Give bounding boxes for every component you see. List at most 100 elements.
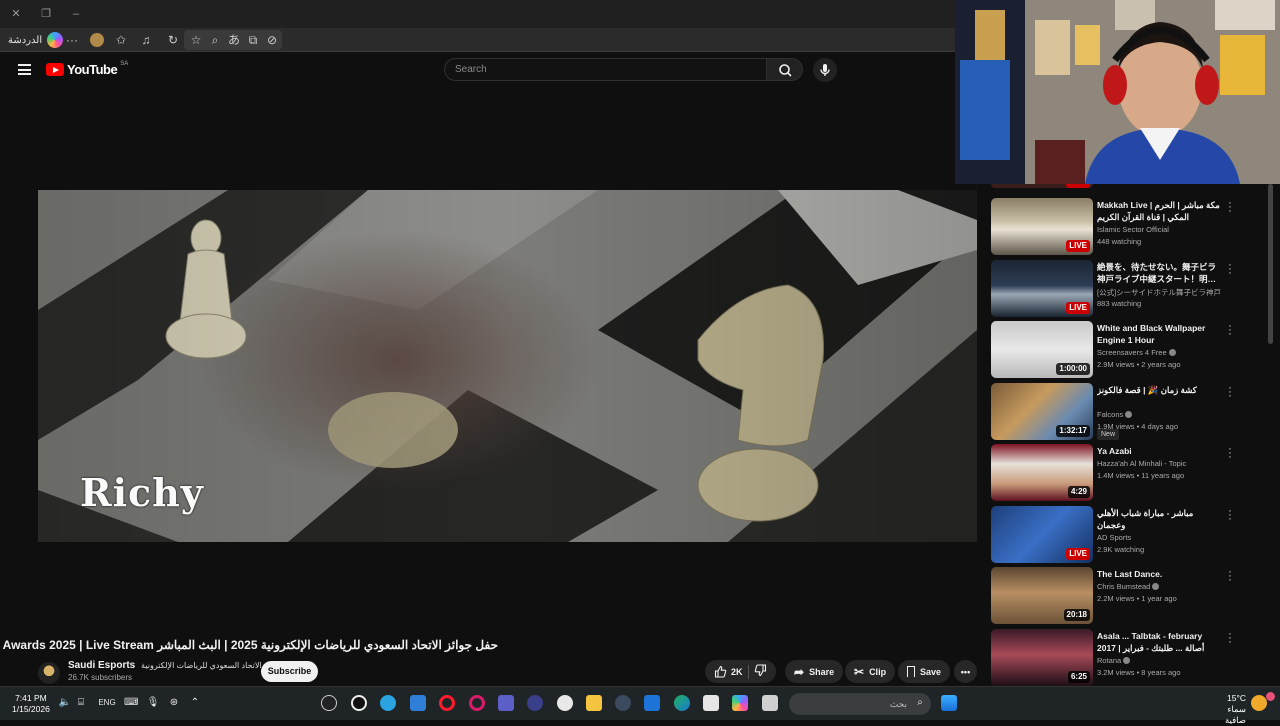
recommendation-thumbnail[interactable]: LIVE	[991, 198, 1093, 255]
clip-button[interactable]: ✂ Clip	[845, 660, 896, 683]
show-hidden-icons-icon[interactable]: ⌃	[188, 696, 202, 710]
recommendation-title[interactable]: كشة زمان 🎉 | قصة فالكونز	[1097, 384, 1223, 396]
recommendation-card[interactable]: 1:00:00 White and Black Wallpaper Engine …	[991, 321, 1271, 379]
start-button-icon[interactable]	[941, 695, 957, 711]
sidebar-scrollbar[interactable]	[1268, 184, 1273, 344]
tray-app-icon[interactable]: ⊛	[167, 696, 181, 710]
recommendation-channel[interactable]: Hazza'ah Al Minhali - Topic	[1097, 459, 1186, 468]
recommendation-channel[interactable]: Rotana	[1097, 656, 1131, 665]
taskbar-app-1-icon[interactable]	[321, 695, 337, 711]
more-vertical-icon[interactable]: · · ·	[1227, 505, 1233, 524]
recommendation-title[interactable]: Makkah Live | مكة مباشر | الحرم المكي | …	[1097, 199, 1223, 223]
store-icon[interactable]	[703, 695, 719, 711]
favorites-icon[interactable]: ✩	[113, 32, 129, 48]
recommendation-thumbnail[interactable]: LIVE	[991, 505, 1093, 563]
youtube-logo[interactable]: YouTube SA	[46, 61, 128, 77]
recommendation-channel[interactable]: Falcons	[1097, 410, 1133, 419]
outlook-icon[interactable]	[644, 695, 660, 711]
network-icon[interactable]: ⌸	[74, 696, 88, 710]
more-vertical-icon[interactable]: · · ·	[1227, 321, 1233, 340]
download-manager-icon[interactable]	[410, 695, 426, 711]
more-vertical-icon[interactable]: · · ·	[1227, 444, 1233, 463]
obs-icon[interactable]	[351, 695, 367, 711]
recommendation-channel[interactable]: Screensavers 4 Free	[1097, 348, 1176, 357]
search-input[interactable]: Search	[444, 58, 767, 81]
task-view-icon[interactable]	[762, 695, 778, 711]
recommendation-channel-name: Screensavers 4 Free	[1097, 348, 1167, 357]
recommendation-card[interactable]: LIVE 絶景を、待たせない。舞子ビラ神戸ライブ中継スタート！明… [公式]シーサイ…	[991, 259, 1271, 318]
close-window-icon[interactable]: ✕	[8, 6, 24, 22]
chat-app-icon[interactable]	[557, 695, 573, 711]
recommendation-title[interactable]: White and Black Wallpaper Engine 1 Hour	[1097, 322, 1223, 346]
recommendation-card[interactable]: LIVE Makkah Live | مكة مباشر | الحرم المك…	[991, 198, 1271, 256]
file-explorer-icon[interactable]	[586, 695, 602, 711]
weather-widget[interactable]: 15°C سماء صافية	[1206, 693, 1246, 726]
like-button[interactable]: 2K	[714, 665, 743, 678]
input-language[interactable]: ENG	[96, 696, 118, 710]
dislike-button[interactable]	[754, 664, 767, 679]
recommendation-title[interactable]: Ya Azabi	[1097, 445, 1223, 457]
star-icon[interactable]: ☆	[188, 32, 204, 48]
save-button[interactable]: Save	[898, 660, 951, 683]
recommendation-title[interactable]: The Last Dance.	[1097, 568, 1223, 580]
recommendation-thumbnail[interactable]: LIVE	[991, 259, 1093, 317]
recommendation-thumbnail[interactable]: 1:32:17	[991, 382, 1093, 440]
recommendation-card[interactable]: 20:18 The Last Dance. Chris Bumstead 2.2M v…	[991, 567, 1271, 625]
more-vertical-icon[interactable]: · · ·	[1227, 198, 1233, 217]
read-aloud-icon[interactable]: ♫	[138, 32, 154, 48]
app-switcher-icon[interactable]	[527, 695, 543, 711]
subscribe-button[interactable]: Subscribe	[261, 661, 318, 682]
translate-icon[interactable]: あ	[226, 32, 242, 48]
copilot-taskbar-icon[interactable]	[732, 695, 748, 711]
profile-icon[interactable]	[89, 32, 105, 48]
recommendation-thumbnail[interactable]: 1:00:00	[991, 321, 1093, 378]
recommendation-card[interactable]: LIVE مباشر - مباراة شباب الأهلي وعجمان AD …	[991, 505, 1271, 564]
more-vertical-icon[interactable]: · · ·	[1227, 382, 1233, 401]
channel-avatar[interactable]	[38, 662, 60, 684]
recommendation-card[interactable]: 1:32:17 كشة زمان 🎉 | قصة فالكونز Falcons 1.…	[991, 382, 1271, 441]
recommendation-channel[interactable]: Islamic Sector Official	[1097, 225, 1169, 234]
telegram-icon[interactable]	[380, 695, 396, 711]
recommendation-thumbnail[interactable]: 4:29	[991, 444, 1093, 501]
maximize-window-icon[interactable]: ❐	[38, 6, 54, 22]
recommendation-channel[interactable]: AD Sports	[1097, 533, 1131, 542]
browser-toolbar: الدردشة ··· ✩ ♫ ↻ ☆ ⌕ あ ⧉ ⊘	[0, 28, 955, 52]
taskbar-clock[interactable]: 7:41 PM 1/15/2026	[12, 693, 50, 715]
recommendation-title[interactable]: 絶景を、待たせない。舞子ビラ神戸ライブ中継スタート！明…	[1097, 261, 1223, 285]
search-button[interactable]	[766, 58, 803, 81]
more-vertical-icon[interactable]: · · ·	[1227, 628, 1233, 647]
opera-icon[interactable]	[439, 695, 455, 711]
taskbar-search-box[interactable]: بحث	[789, 693, 931, 715]
edge-icon[interactable]	[674, 695, 690, 711]
share-button[interactable]: ➦ Share	[785, 660, 844, 683]
recommendation-channel[interactable]: [公式]シーサイドホテル舞子ビラ神戸	[1097, 287, 1221, 298]
volume-icon[interactable]: 🔈	[58, 696, 72, 710]
voice-search-button[interactable]	[813, 58, 837, 82]
recommendation-title[interactable]: Asala ... Talbtak - february 2017 | أصال…	[1097, 630, 1223, 654]
recommendation-card[interactable]: 4:29 Ya Azabi Hazza'ah Al Minhali - Topic 1…	[991, 444, 1271, 502]
recommendation-channel[interactable]: Chris Bumstead	[1097, 582, 1160, 591]
search-page-icon[interactable]: ⌕	[207, 32, 223, 48]
opera-gx-icon[interactable]	[469, 695, 485, 711]
menu-icon[interactable]	[18, 64, 31, 75]
split-icon[interactable]: ⊘	[264, 32, 280, 48]
more-actions-button[interactable]: •••	[954, 660, 977, 683]
screenshot-icon[interactable]: ⧉	[245, 32, 261, 48]
recommendation-thumbnail[interactable]: 20:18	[991, 567, 1093, 624]
copilot-chat-button[interactable]: الدردشة	[4, 30, 67, 50]
recommendation-card[interactable]: 6:25 Asala ... Talbtak - february 2017 | …	[991, 628, 1271, 687]
microphone-tray-icon[interactable]: 🎙	[146, 696, 160, 710]
more-vertical-icon[interactable]: · · ·	[1227, 567, 1233, 586]
minimize-window-icon[interactable]: –	[68, 6, 84, 22]
refresh-icon[interactable]: ↻	[165, 32, 181, 48]
recommendation-title[interactable]: مباشر - مباراة شباب الأهلي وعجمان	[1097, 507, 1223, 531]
more-vertical-icon[interactable]: · · ·	[1227, 259, 1233, 278]
channel-name[interactable]: Saudi Esports الاتحاد السعودي للرياضات ا…	[68, 660, 262, 671]
more-icon[interactable]: ···	[64, 32, 80, 48]
steam-icon[interactable]	[615, 695, 631, 711]
subscriber-count: 26.7K subscribers	[68, 673, 133, 682]
keyboard-icon[interactable]: ⌨	[124, 696, 138, 710]
teams-icon[interactable]	[498, 695, 514, 711]
recommendation-thumbnail[interactable]: 6:25	[991, 628, 1093, 686]
video-player[interactable]: Richy	[38, 190, 977, 542]
